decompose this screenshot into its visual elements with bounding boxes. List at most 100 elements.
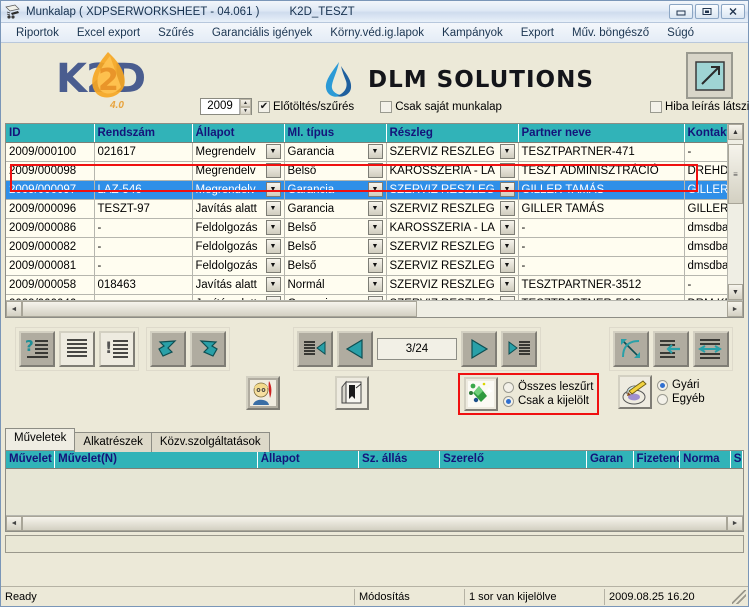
table-row[interactable]: 2009/000097 LAZ-546 Megrendelv ▼ Garancia… — [6, 180, 727, 200]
cell-reszleg[interactable]: SZERVIZ RÉSZLEG ▼ — [386, 275, 519, 295]
chevron-down-icon[interactable]: ▼ — [367, 239, 383, 254]
full-list-button[interactable] — [59, 331, 95, 367]
chevron-down-icon[interactable]: ▼ — [499, 144, 515, 159]
cell-reszleg[interactable]: SZERVIZ RÉSZLEG ▼ — [386, 180, 519, 200]
chevron-down-icon[interactable]: ▼ — [367, 258, 383, 273]
cell-id[interactable]: 2009/000081 — [6, 256, 95, 276]
table-row[interactable]: 2009/000086 - Feldolgozás ▼ Belső ▼ KAROSS… — [6, 218, 727, 238]
grid-col-partner[interactable]: Partner neve — [518, 124, 685, 143]
cell-id[interactable]: 2009/000058 — [6, 275, 95, 295]
chevron-down-icon[interactable]: ▼ — [265, 258, 281, 273]
cell-allapot[interactable]: Feldolgozás ▼ — [192, 256, 285, 276]
chevron-down-icon[interactable]: ▼ — [499, 182, 515, 197]
cell-allapot[interactable]: Megrendelv ▼ — [192, 180, 285, 200]
grid-horizontal-scrollbar[interactable]: ◄ ► — [6, 300, 743, 317]
chevron-down-icon[interactable]: ▼ — [265, 220, 281, 235]
detail-col-szerelo[interactable]: Szerelő — [439, 451, 587, 469]
detail-scroll-left-button[interactable]: ◄ — [6, 516, 22, 531]
page-indicator[interactable]: 3/24 — [377, 338, 457, 360]
exchange-list-button[interactable] — [693, 331, 729, 367]
chevron-down-icon[interactable]: ▼ — [265, 144, 281, 159]
chevron-down-icon[interactable]: ▼ — [499, 258, 515, 273]
grid-col-rendszam[interactable]: Rendszám — [94, 124, 193, 143]
detail-scroll-right-button[interactable]: ► — [727, 516, 743, 531]
chevron-down-icon[interactable]: ▼ — [367, 182, 383, 197]
menu-item-export[interactable]: Export — [512, 25, 563, 41]
cell-id[interactable]: 2009/000082 — [6, 237, 95, 257]
detail-col-garan[interactable]: Garan — [586, 451, 634, 469]
scroll-right-button[interactable]: ► — [727, 301, 743, 317]
first-record-button[interactable] — [297, 331, 333, 367]
cell-partner[interactable]: TESZTPARTNER-471 — [518, 142, 685, 162]
year-spin-up[interactable]: ▲ — [240, 99, 251, 107]
chevron-down-icon[interactable]: ▼ — [499, 163, 515, 178]
cell-rendszam[interactable]: 021617 — [94, 142, 193, 162]
radio-only-selected[interactable] — [503, 395, 514, 407]
prev-record-button[interactable] — [337, 331, 373, 367]
grid-vertical-scrollbar[interactable]: ▲ ≡ ▼ — [727, 124, 743, 300]
worksheet-grid[interactable]: ID Rendszám Állapot Ml. típus Részleg Pa… — [5, 123, 744, 318]
menu-item-kampanyok[interactable]: Kampányok — [433, 25, 512, 41]
grid-col-allapot[interactable]: Állapot — [192, 124, 285, 143]
query-list-button[interactable]: ? — [19, 331, 55, 367]
cell-kontakt[interactable]: GILLER — [684, 199, 727, 219]
chevron-down-icon[interactable]: ▼ — [265, 182, 281, 197]
cell-allapot[interactable]: Feldolgozás ▼ — [192, 218, 285, 238]
cell-kontakt[interactable]: dmsdba — [684, 237, 727, 257]
cell-partner[interactable]: GILLER TAMÁS — [518, 199, 685, 219]
cell-reszleg[interactable]: KAROSSZÉRIA - LA ▼ — [386, 218, 519, 238]
cell-allapot[interactable]: Javítás alatt ▼ — [192, 199, 285, 219]
cell-ml-tipus[interactable]: Belső ▼ — [284, 237, 387, 257]
chevron-down-icon[interactable]: ▼ — [367, 144, 383, 159]
cell-ml-tipus[interactable]: Garancia ▼ — [284, 142, 387, 162]
chevron-down-icon[interactable]: ▼ — [265, 201, 281, 216]
menu-item-kornyved-ig-lapok[interactable]: Körny.véd.ig.lapok — [321, 25, 433, 41]
cell-id[interactable]: 2009/000086 — [6, 218, 95, 238]
cell-rendszam[interactable]: - — [94, 237, 193, 257]
scroll-up-button[interactable]: ▲ — [728, 124, 743, 140]
error-desc-checkbox[interactable] — [649, 100, 662, 113]
grid-col-ml-tipus[interactable]: Ml. típus — [284, 124, 387, 143]
chevron-down-icon[interactable]: ▼ — [499, 220, 515, 235]
preload-checkbox-wrap[interactable]: ✔ Előtöltés/szűrés — [258, 100, 354, 113]
menu-item-garancialis-igenyek[interactable]: Garanciális igények — [203, 25, 321, 41]
import-list-button[interactable] — [653, 331, 689, 367]
detail-col-muvelet-n[interactable]: Művelet(N) — [54, 451, 258, 469]
own-only-checkbox[interactable] — [380, 100, 393, 113]
detail-col-allapot[interactable]: Állapot — [257, 451, 360, 469]
chevron-down-icon[interactable]: ▼ — [367, 201, 383, 216]
undo-button[interactable] — [150, 331, 186, 367]
hscroll-track[interactable] — [22, 301, 727, 317]
detail-horizontal-scrollbar[interactable]: ◄ ► — [6, 515, 743, 531]
detail-col-fizetendo[interactable]: Fizetend — [633, 451, 681, 469]
table-row[interactable]: 2009/000081 - Feldolgozás ▼ Belső ▼ SZERVI… — [6, 256, 727, 276]
table-row[interactable]: 2009/000096 TESZT-97 Javítás alatt ▼ Gara… — [6, 199, 727, 219]
cell-partner[interactable]: GILLER TAMÁS — [518, 180, 685, 200]
grid-col-id[interactable]: ID — [6, 124, 95, 143]
menu-item-excel-export[interactable]: Excel export — [68, 25, 149, 41]
type-icon-button[interactable] — [618, 375, 652, 409]
cell-kontakt[interactable]: - — [684, 275, 727, 295]
new-list-button[interactable]: ! — [99, 331, 135, 367]
cell-reszleg[interactable]: KAROSSZÉRIA - LA ▼ — [386, 161, 519, 181]
cell-ml-tipus[interactable]: Garancia ▼ — [284, 199, 387, 219]
document-button[interactable] — [335, 376, 369, 410]
radio-all-filtered[interactable] — [503, 381, 514, 393]
cell-ml-tipus[interactable]: Normál ▼ — [284, 275, 387, 295]
last-record-button[interactable] — [501, 331, 537, 367]
year-spinner[interactable]: 2009 ▲ ▼ — [200, 98, 252, 115]
year-value[interactable]: 2009 — [201, 99, 239, 114]
cell-id[interactable]: 2009/000097 — [6, 180, 95, 200]
chevron-down-icon[interactable]: ▼ — [499, 201, 515, 216]
open-external-button[interactable] — [686, 52, 733, 99]
close-button[interactable] — [721, 4, 745, 19]
table-row[interactable]: 2009/000100 021617 Megrendelv ▼ Garancia ▼… — [6, 142, 727, 162]
scroll-left-button[interactable]: ◄ — [6, 301, 22, 317]
chevron-down-icon[interactable]: ▼ — [265, 163, 281, 178]
cell-id[interactable]: 2009/000098 — [6, 161, 95, 181]
maximize-button[interactable] — [695, 4, 719, 19]
minimize-button[interactable] — [669, 4, 693, 19]
tab-kozv-szolgaltatasok[interactable]: Közv.szolgáltatások — [150, 432, 270, 452]
type-option-egyeb[interactable]: Egyéb — [657, 393, 705, 405]
radio-gyari[interactable] — [657, 379, 668, 391]
